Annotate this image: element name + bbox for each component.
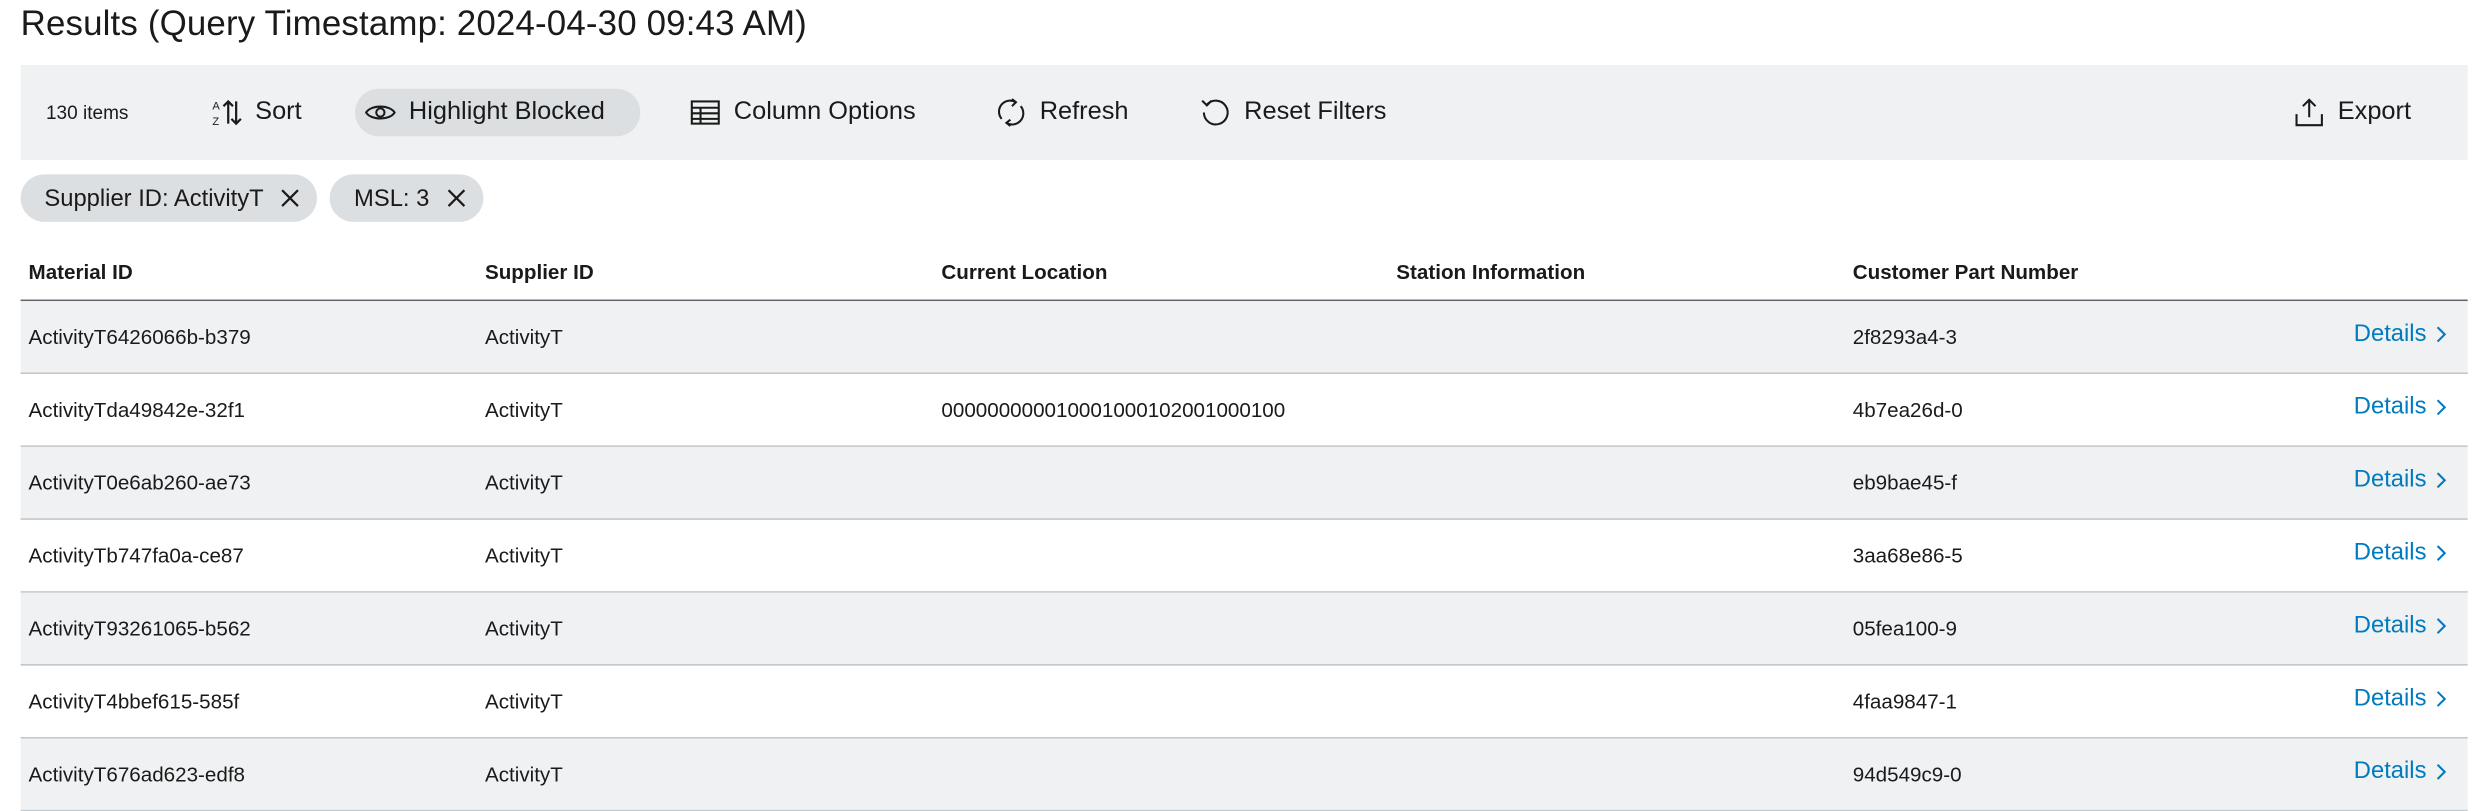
cell-supplier-id: ActivityT	[484, 470, 563, 495]
export-button[interactable]: Export	[2281, 89, 2424, 137]
close-icon[interactable]	[445, 187, 467, 209]
refresh-button[interactable]: Refresh	[983, 89, 1142, 137]
eye-icon	[364, 105, 396, 120]
details-label: Details	[2353, 538, 2427, 566]
details-link[interactable]: Details	[2354, 320, 2449, 347]
refresh-label: Refresh	[1039, 98, 1129, 126]
table-row[interactable]: ActivityT6426066b-b379 ActivityT 2f8293a4-…	[20, 301, 2468, 375]
chevron-right-icon	[2436, 544, 2447, 561]
cell-supplier-id: ActivityT	[484, 543, 563, 568]
export-label: Export	[2337, 98, 2412, 126]
cell-customer-part-number: 4faa9847-1	[1852, 689, 1958, 714]
svg-text:Z: Z	[212, 116, 219, 128]
details-link[interactable]: Details	[2354, 612, 2449, 639]
cell-customer-part-number: 05fea100-9	[1852, 616, 1958, 641]
table-row[interactable]: ActivityT676ad623-edf8 ActivityT 94d549c9-…	[20, 738, 2468, 811]
column-header-material-id[interactable]: Material ID	[29, 260, 133, 284]
highlight-blocked-button[interactable]: Highlight Blocked	[355, 88, 641, 137]
sort-button[interactable]: A Z Sort	[198, 89, 314, 137]
chevron-right-icon	[2436, 763, 2447, 779]
svg-text:A: A	[212, 100, 220, 112]
table-row[interactable]: ActivityTb747fa0a-ce87 ActivityT 3aa68e86-…	[20, 520, 2468, 593]
cell-material-id: ActivityT4bbef615-585f	[28, 689, 240, 714]
details-link[interactable]: Details	[2354, 685, 2449, 712]
cell-customer-part-number: 3aa68e86-5	[1852, 543, 1963, 568]
details-label: Details	[2353, 611, 2427, 639]
table-row[interactable]: ActivityTda49842e-32f1 ActivityT 000000000…	[20, 374, 2468, 447]
details-link[interactable]: Details	[2354, 539, 2449, 566]
highlight-blocked-label: Highlight Blocked	[408, 98, 605, 126]
cell-supplier-id: ActivityT	[484, 616, 563, 641]
details-link[interactable]: Details	[2354, 393, 2449, 420]
cell-supplier-id: ActivityT	[484, 397, 563, 422]
table-body: ActivityT6426066b-b379 ActivityT 2f8293a4-…	[20, 301, 2468, 811]
cell-material-id: ActivityT676ad623-edf8	[28, 762, 246, 787]
cell-material-id: ActivityT93261065-b562	[28, 616, 251, 641]
column-options-button[interactable]: Column Options	[677, 89, 929, 137]
cell-material-id: ActivityT0e6ab260-ae73	[28, 470, 251, 495]
cell-supplier-id: ActivityT	[484, 689, 563, 714]
cell-customer-part-number: eb9bae45-f	[1852, 470, 1958, 495]
close-icon[interactable]	[280, 187, 302, 209]
column-header-current-location[interactable]: Current Location	[941, 260, 1107, 284]
filter-chip-supplier-id[interactable]: Supplier ID: ActivityT	[20, 174, 318, 222]
details-link[interactable]: Details	[2354, 758, 2449, 785]
chevron-right-icon	[2436, 690, 2447, 707]
column-header-customer-part-number[interactable]: Customer Part Number	[1853, 260, 2079, 284]
page-title: Results (Query Timestamp: 2024-04-30 09:…	[20, 3, 807, 43]
filter-chip-label: Supplier ID: ActivityT	[44, 184, 264, 212]
cell-supplier-id: ActivityT	[484, 762, 563, 787]
cell-material-id: ActivityT6426066b-b379	[28, 324, 251, 349]
cell-current-location: 000000000010001000102001000100	[941, 397, 1286, 422]
cell-customer-part-number: 94d549c9-0	[1852, 762, 1962, 787]
cell-customer-part-number: 4b7ea26d-0	[1852, 397, 1963, 422]
export-icon	[2295, 98, 2323, 127]
reset-filters-label: Reset Filters	[1244, 98, 1387, 126]
sort-icon: A Z	[212, 99, 242, 128]
details-link[interactable]: Details	[2354, 466, 2449, 493]
table-row[interactable]: ActivityT93261065-b562 ActivityT 05fea100-…	[20, 592, 2468, 666]
filter-chip-msl[interactable]: MSL: 3	[330, 174, 484, 222]
results-page: Results (Query Timestamp: 2024-04-30 09:…	[0, 0, 2474, 811]
details-label: Details	[2353, 393, 2427, 420]
results-table: Material ID Supplier ID Current Location…	[20, 241, 2468, 811]
cell-material-id: ActivityTb747fa0a-ce87	[28, 543, 244, 568]
details-label: Details	[2353, 320, 2427, 348]
filter-chips: Supplier ID: ActivityT MSL: 3	[20, 174, 484, 222]
table-row[interactable]: ActivityT0e6ab260-ae73 ActivityT eb9bae45-…	[20, 446, 2468, 520]
table-header: Material ID Supplier ID Current Location…	[20, 241, 2468, 302]
cell-material-id: ActivityTda49842e-32f1	[28, 397, 246, 422]
reset-filters-button[interactable]: Reset Filters	[1187, 89, 1399, 137]
refresh-icon	[997, 98, 1025, 127]
filter-chip-label: MSL: 3	[354, 184, 430, 212]
details-label: Details	[2353, 684, 2427, 712]
details-label: Details	[2353, 757, 2427, 785]
chevron-right-icon	[2436, 471, 2447, 488]
chevron-right-icon	[2436, 617, 2447, 634]
column-options-label: Column Options	[733, 98, 916, 126]
column-header-station-information[interactable]: Station Information	[1396, 260, 1585, 284]
chevron-right-icon	[2436, 325, 2447, 342]
details-label: Details	[2353, 465, 2427, 493]
toolbar: 130 items A Z Sort Highlight Blocked Col…	[20, 64, 2468, 161]
column-header-supplier-id[interactable]: Supplier ID	[485, 260, 594, 284]
table-row[interactable]: ActivityT4bbef615-585f ActivityT 4faa9847-…	[20, 666, 2468, 739]
cell-customer-part-number: 2f8293a4-3	[1852, 324, 1958, 349]
reset-icon	[1201, 99, 1229, 126]
item-count: 130 items	[45, 101, 129, 124]
table-icon	[690, 100, 720, 125]
sort-label: Sort	[255, 98, 302, 126]
cell-supplier-id: ActivityT	[484, 324, 563, 349]
chevron-right-icon	[2436, 398, 2447, 415]
